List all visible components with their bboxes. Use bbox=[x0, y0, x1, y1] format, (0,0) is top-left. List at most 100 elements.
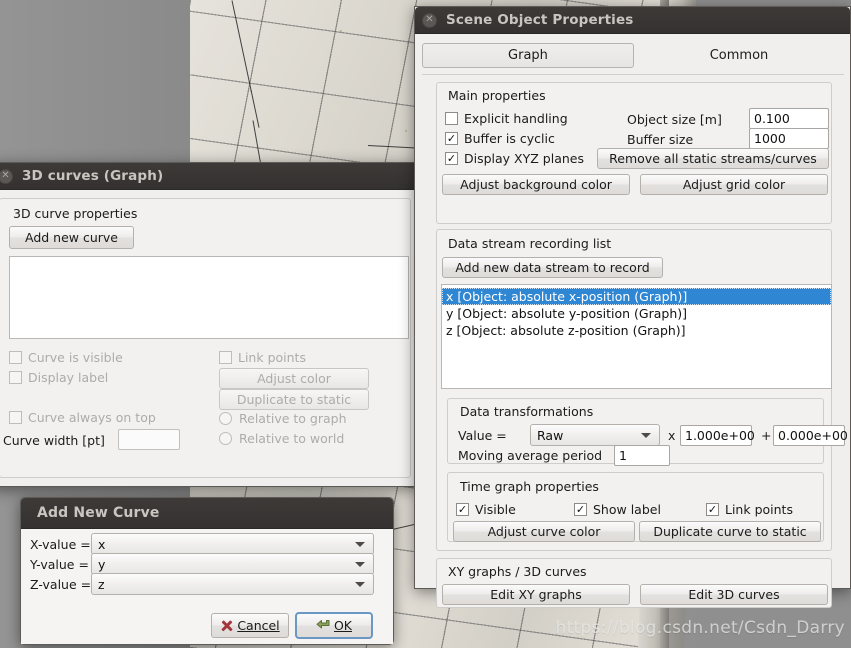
checkbox-show-label[interactable]: ✓ Show label bbox=[574, 502, 661, 517]
cancel-x-icon bbox=[220, 619, 233, 632]
adjust-grid-color-button[interactable]: Adjust grid color bbox=[640, 174, 828, 195]
enter-arrow-icon bbox=[316, 619, 331, 632]
main-properties-title: Main properties bbox=[448, 88, 546, 103]
checkbox-box bbox=[9, 411, 22, 424]
edit-xy-graphs-button[interactable]: Edit XY graphs bbox=[442, 584, 630, 605]
tab-graph[interactable]: Graph bbox=[422, 43, 634, 68]
add-new-curve-titlebar[interactable]: Add New Curve bbox=[21, 498, 393, 529]
curve-width-input[interactable] bbox=[118, 429, 180, 450]
list-item[interactable]: y [Object: absolute y-position (Graph)] bbox=[442, 305, 831, 322]
checkbox-label: Curve always on top bbox=[28, 410, 156, 425]
buffer-size-input[interactable]: 1000 bbox=[749, 128, 829, 149]
y-value-selected: y bbox=[98, 556, 106, 572]
checkbox-curve-is-visible[interactable]: Curve is visible bbox=[9, 350, 123, 365]
radio-label: Relative to graph bbox=[239, 411, 347, 426]
chevron-down-icon bbox=[355, 562, 365, 567]
checkbox-label: Link points bbox=[725, 502, 793, 517]
checkbox-label: Display label bbox=[28, 370, 109, 385]
checkbox-buffer-is-cyclic[interactable]: ✓ Buffer is cyclic bbox=[445, 131, 555, 146]
time-graph-properties-title: Time graph properties bbox=[460, 479, 599, 494]
curves-3d-window: ✕ 3D curves (Graph) 3D curve properties … bbox=[0, 162, 420, 487]
scene-object-properties-titlebar[interactable]: ✕ Scene Object Properties bbox=[415, 7, 850, 34]
x-value-select[interactable]: x bbox=[91, 533, 374, 555]
curves-3d-list[interactable] bbox=[9, 256, 409, 339]
curves-3d-body: 3D curve properties Add new curve Curve … bbox=[0, 190, 419, 486]
list-item[interactable]: z [Object: absolute z-position (Graph)] bbox=[442, 322, 831, 339]
checkbox-box bbox=[9, 351, 22, 364]
duplicate-curve-to-static-button[interactable]: Duplicate curve to static bbox=[639, 521, 821, 542]
checkbox-link-points[interactable]: ✓ Link points bbox=[706, 502, 793, 517]
cancel-button[interactable]: Cancel bbox=[211, 613, 289, 638]
curves-3d-window-title: 3D curves (Graph) bbox=[22, 168, 164, 184]
adjust-color-button[interactable]: Adjust color bbox=[219, 368, 369, 389]
checkbox-label: Show label bbox=[593, 502, 661, 517]
adjust-curve-color-button[interactable]: Adjust curve color bbox=[453, 521, 635, 542]
checkbox-box: ✓ bbox=[456, 503, 469, 516]
y-value-label: Y-value = bbox=[30, 557, 89, 572]
multiply-symbol: x bbox=[668, 428, 676, 443]
add-new-data-stream-button[interactable]: Add new data stream to record bbox=[442, 257, 663, 278]
data-stream-list[interactable]: x [Object: absolute x-position (Graph)] … bbox=[441, 284, 832, 389]
chevron-down-icon bbox=[641, 433, 651, 438]
checkbox-label: Display XYZ planes bbox=[464, 151, 584, 166]
close-icon[interactable]: ✕ bbox=[0, 168, 13, 184]
multiplier-input[interactable]: 1.000e+00 bbox=[680, 425, 755, 446]
tab-common[interactable]: Common bbox=[634, 43, 844, 68]
checkbox-visible[interactable]: ✓ Visible bbox=[456, 502, 516, 517]
value-equals-label: Value = bbox=[458, 428, 507, 443]
chevron-down-icon bbox=[355, 542, 365, 547]
data-transformations-title: Data transformations bbox=[460, 404, 594, 419]
checkbox-box: ✓ bbox=[574, 503, 587, 516]
tabbar-divider bbox=[422, 74, 844, 75]
z-value-label: Z-value = bbox=[30, 577, 92, 592]
radio-relative-to-world[interactable]: Relative to world bbox=[219, 431, 344, 446]
adjust-background-color-button[interactable]: Adjust background color bbox=[442, 174, 630, 195]
buffer-size-label: Buffer size bbox=[627, 132, 694, 147]
edit-3d-curves-button[interactable]: Edit 3D curves bbox=[640, 584, 828, 605]
object-size-input[interactable]: 0.100 bbox=[749, 108, 829, 129]
moving-average-period-input[interactable]: 1 bbox=[614, 445, 670, 466]
radio-circle bbox=[219, 432, 232, 445]
add-new-curve-dialog-title: Add New Curve bbox=[37, 505, 160, 521]
scene-object-properties-window-title: Scene Object Properties bbox=[446, 12, 634, 28]
curve-width-label: Curve width [pt] bbox=[3, 433, 105, 448]
cancel-button-label: Cancel bbox=[237, 618, 280, 633]
z-value-selected: z bbox=[98, 576, 105, 592]
value-transform-select[interactable]: Raw bbox=[530, 424, 660, 446]
checkbox-label: Visible bbox=[475, 502, 516, 517]
remove-all-static-streams-button[interactable]: Remove all static streams/curves bbox=[597, 148, 829, 169]
checkbox-label: Link points bbox=[238, 350, 306, 365]
checkbox-box bbox=[219, 351, 232, 364]
ok-button[interactable]: OK bbox=[295, 612, 373, 639]
scene-object-properties-window: ✕ Scene Object Properties Graph Common M… bbox=[414, 6, 851, 608]
close-icon[interactable]: ✕ bbox=[422, 12, 437, 28]
radio-label: Relative to world bbox=[239, 431, 345, 446]
checkbox-explicit-handling[interactable]: Explicit handling bbox=[445, 111, 568, 126]
add-new-curve-button[interactable]: Add new curve bbox=[9, 226, 134, 249]
checkbox-curve-always-on-top[interactable]: Curve always on top bbox=[9, 410, 156, 425]
checkbox-display-label[interactable]: Display label bbox=[9, 370, 108, 385]
z-value-select[interactable]: z bbox=[91, 573, 374, 595]
list-item[interactable]: x [Object: absolute x-position (Graph)] bbox=[442, 288, 831, 305]
checkbox-link-points[interactable]: Link points bbox=[219, 350, 306, 365]
xy-graphs-3d-curves-title: XY graphs / 3D curves bbox=[448, 564, 587, 579]
offset-input[interactable]: 0.000e+00 bbox=[773, 425, 848, 446]
checkbox-box: ✓ bbox=[445, 152, 458, 165]
screen-root: https://blog.csdn.net/Csdn_Darry ✕ 3D cu… bbox=[0, 0, 851, 648]
curves-3d-titlebar[interactable]: ✕ 3D curves (Graph) bbox=[0, 163, 419, 190]
checkbox-box bbox=[445, 112, 458, 125]
checkbox-box: ✓ bbox=[445, 132, 458, 145]
checkbox-label: Explicit handling bbox=[464, 111, 568, 126]
curve-properties-title: 3D curve properties bbox=[13, 206, 138, 221]
moving-average-period-label: Moving average period bbox=[458, 448, 603, 463]
checkbox-display-xyz-planes[interactable]: ✓ Display XYZ planes bbox=[445, 151, 584, 166]
plus-symbol: + bbox=[761, 428, 772, 443]
object-size-label: Object size [m] bbox=[627, 112, 722, 127]
duplicate-to-static-button[interactable]: Duplicate to static bbox=[219, 389, 369, 410]
scene-object-properties-body: Graph Common Main properties Explicit ha… bbox=[415, 34, 850, 608]
add-new-curve-body: X-value = x Y-value = y Z-value = z Canc… bbox=[21, 529, 393, 644]
radio-relative-to-graph[interactable]: Relative to graph bbox=[219, 411, 347, 426]
radio-circle bbox=[219, 412, 232, 425]
y-value-select[interactable]: y bbox=[91, 553, 374, 575]
data-stream-recording-title: Data stream recording list bbox=[448, 236, 612, 251]
